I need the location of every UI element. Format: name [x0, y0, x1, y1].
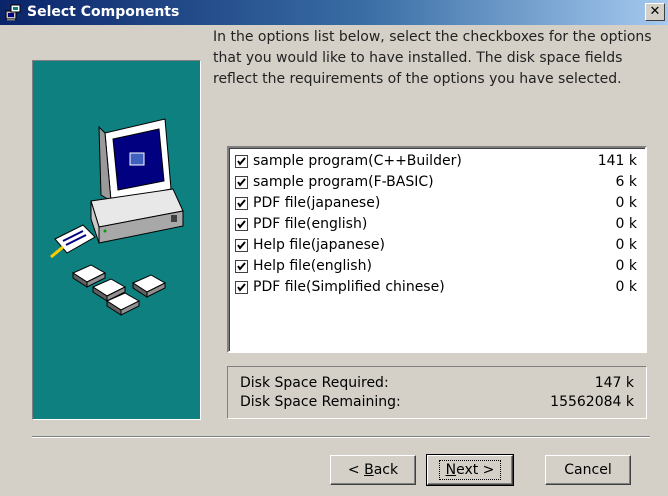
separator — [32, 436, 650, 438]
disk-remaining-row: Disk Space Remaining: 15562084 k — [240, 394, 634, 414]
option-label: PDF file(Simplified chinese) — [253, 279, 445, 295]
option-checkbox[interactable] — [235, 218, 248, 231]
option-size: 141 k — [597, 153, 637, 169]
check-icon — [237, 157, 246, 166]
disk-required-row: Disk Space Required: 147 k — [240, 375, 634, 395]
option-sample-fbasic[interactable]: sample program(F-BASIC) 6 k — [233, 173, 637, 194]
check-icon — [237, 283, 246, 292]
illustration-panel — [32, 60, 201, 420]
option-checkbox[interactable] — [235, 155, 248, 168]
back-mnemonic: B — [364, 462, 374, 478]
disk-remaining-label: Disk Space Remaining: — [240, 394, 401, 410]
option-label: PDF file(japanese) — [253, 195, 381, 211]
check-icon — [237, 178, 246, 187]
option-checkbox[interactable] — [235, 197, 248, 210]
title-bar[interactable]: Select Components ✕ — [0, 0, 668, 25]
check-icon — [237, 199, 246, 208]
check-icon — [237, 220, 246, 229]
computer-with-disks-illustration — [50, 118, 184, 316]
option-size: 0 k — [615, 279, 637, 295]
option-sample-cppbuilder[interactable]: sample program(C++Builder) 141 k — [233, 152, 637, 173]
option-size: 0 k — [615, 258, 637, 274]
option-size: 0 k — [615, 216, 637, 232]
option-checkbox[interactable] — [235, 176, 248, 189]
select-components-dialog: Select Components ✕ In the options list … — [0, 0, 668, 496]
disk-remaining-value: 15562084 k — [550, 394, 634, 410]
options-list[interactable]: sample program(C++Builder) 141 k sample … — [227, 146, 647, 353]
check-icon — [237, 241, 246, 250]
disk-required-label: Disk Space Required: — [240, 375, 389, 391]
disk-space-box: Disk Space Required: 147 k Disk Space Re… — [227, 366, 647, 419]
option-size: 0 k — [615, 195, 637, 211]
close-icon: ✕ — [649, 4, 661, 19]
close-button[interactable]: ✕ — [645, 3, 665, 21]
option-label: PDF file(english) — [253, 216, 368, 232]
next-mnemonic: N — [445, 462, 457, 478]
next-button[interactable]: Next > — [426, 454, 514, 486]
option-help-japanese[interactable]: Help file(japanese) 0 k — [233, 236, 637, 257]
option-help-english[interactable]: Help file(english) 0 k — [233, 257, 637, 278]
back-prefix: < — [347, 462, 365, 478]
next-rest: ext > — [456, 462, 495, 478]
option-label: sample program(F-BASIC) — [253, 174, 434, 190]
option-label: sample program(C++Builder) — [253, 153, 462, 169]
setup-icon — [5, 4, 21, 21]
check-icon — [237, 262, 246, 271]
window-title: Select Components — [27, 4, 180, 20]
disk-required-value: 147 k — [594, 375, 634, 391]
option-label: Help file(japanese) — [253, 237, 385, 253]
option-pdf-english[interactable]: PDF file(english) 0 k — [233, 215, 637, 236]
option-checkbox[interactable] — [235, 260, 248, 273]
option-checkbox[interactable] — [235, 281, 248, 294]
cancel-button[interactable]: Cancel — [545, 455, 631, 485]
option-pdf-japanese[interactable]: PDF file(japanese) 0 k — [233, 194, 637, 215]
option-size: 6 k — [615, 174, 637, 190]
option-checkbox[interactable] — [235, 239, 248, 252]
option-pdf-simplified-chinese[interactable]: PDF file(Simplified chinese) 0 k — [233, 278, 637, 299]
back-button[interactable]: < Back — [330, 455, 416, 485]
instructions-text: In the options list below, select the ch… — [213, 29, 652, 87]
option-label: Help file(english) — [253, 258, 372, 274]
next-focus: Next > — [438, 460, 502, 480]
back-rest: ack — [373, 462, 399, 478]
option-size: 0 k — [615, 237, 637, 253]
